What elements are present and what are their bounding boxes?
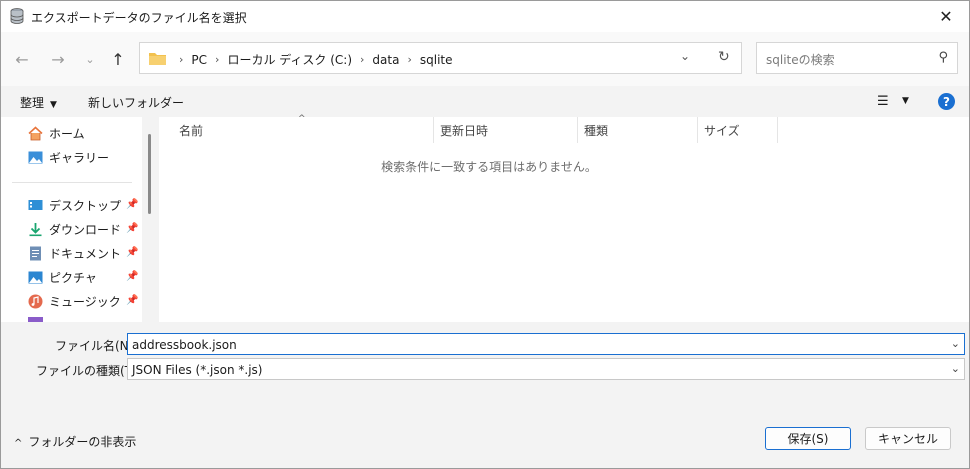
breadcrumb-separator-icon: › xyxy=(407,53,412,66)
save-dialog: エクスポートデータのファイル名を選択 ✕ ← → ⌄ ↑ › PC › ローカル… xyxy=(0,0,970,469)
navigation-scrollbar[interactable] xyxy=(142,117,159,322)
breadcrumb-data[interactable]: data xyxy=(372,53,399,67)
arrow-up-icon: ↑ xyxy=(111,49,125,69)
folder-icon xyxy=(149,53,166,65)
window-title: エクスポートデータのファイル名を選択 xyxy=(31,11,247,25)
column-header-type[interactable]: 種類 xyxy=(584,117,608,143)
chevron-up-icon: ^ xyxy=(14,438,23,449)
breadcrumb-pc[interactable]: PC xyxy=(191,53,207,67)
breadcrumb-local-disk[interactable]: ローカル ディスク (C:) xyxy=(227,51,352,68)
hide-folders-label: フォルダーの非表示 xyxy=(28,435,137,449)
chevron-down-icon: ⌄ xyxy=(950,362,960,375)
sidebar-divider xyxy=(12,182,132,183)
sidebar-item-label: ホーム xyxy=(49,126,85,141)
filetype-label: ファイルの種類(T): xyxy=(36,364,141,378)
breadcrumb-separator-icon: › xyxy=(360,53,365,66)
pin-icon: 📌 xyxy=(126,223,139,234)
column-divider[interactable] xyxy=(777,117,778,143)
music-icon xyxy=(28,294,43,308)
breadcrumb: › PC › ローカル ディスク (C:) › data › sqlite xyxy=(171,51,452,68)
command-bar: 整理 ▼ 新しいフォルダー ☰ ▼ ? xyxy=(1,86,969,117)
save-form: ファイル名(N): addressbook.json ⌄ ファイルの種類(T):… xyxy=(1,322,969,414)
caret-down-icon: ▼ xyxy=(50,100,57,110)
back-button[interactable]: ← xyxy=(12,49,32,69)
column-divider[interactable] xyxy=(577,117,578,143)
column-divider[interactable] xyxy=(433,117,434,143)
sidebar-item-downloads[interactable]: ダウンロード 📌 xyxy=(28,219,138,239)
up-button[interactable]: ↑ xyxy=(108,49,128,69)
sort-ascending-icon: ^ xyxy=(298,114,306,124)
sidebar-item-label: デスクトップ xyxy=(49,198,122,213)
view-options-icon[interactable]: ☰ xyxy=(877,94,889,109)
column-header-modified[interactable]: 更新日時 xyxy=(440,117,488,143)
pictures-icon xyxy=(28,271,43,283)
breadcrumb-separator-icon: › xyxy=(215,53,220,66)
sidebar-item-label: ダウンロード xyxy=(49,222,122,237)
navigation-pane: ホーム ギャラリー デスクトップ 📌 ダウンロード 📌 ドキュメント 📌 ピクチ… xyxy=(1,117,142,322)
sidebar-item-music[interactable]: ミュージック 📌 xyxy=(28,291,138,311)
forward-button[interactable]: → xyxy=(48,49,68,69)
sidebar-item-documents[interactable]: ドキュメント 📌 xyxy=(28,243,138,263)
close-icon: ✕ xyxy=(939,7,953,26)
hide-folders-toggle[interactable]: ^ フォルダーの非表示 xyxy=(14,433,136,450)
column-divider[interactable] xyxy=(697,117,698,143)
sidebar-item-desktop[interactable]: デスクトップ 📌 xyxy=(28,195,138,215)
dialog-footer: ^ フォルダーの非表示 保存(S) キャンセル xyxy=(1,414,969,468)
document-icon xyxy=(30,246,41,260)
sidebar-item-label: ギャラリー xyxy=(49,150,110,165)
pin-icon: 📌 xyxy=(126,247,139,258)
search-input[interactable]: sqliteの検索 xyxy=(766,51,835,68)
home-icon xyxy=(28,125,43,140)
gallery-icon xyxy=(28,151,43,163)
scrollbar-thumb[interactable] xyxy=(148,134,151,214)
organize-button[interactable]: 整理 ▼ xyxy=(20,94,57,111)
database-icon xyxy=(10,8,24,24)
arrow-left-icon: ← xyxy=(15,49,29,69)
recent-locations-button[interactable]: ⌄ xyxy=(80,50,100,68)
file-list: ^ 名前 更新日時 種類 サイズ 検索条件に一致する項目はありません。 xyxy=(159,114,969,322)
organize-label: 整理 xyxy=(20,96,45,110)
cancel-button[interactable]: キャンセル xyxy=(865,427,951,450)
pin-icon: 📌 xyxy=(126,271,139,282)
sidebar-item-pictures[interactable]: ピクチャ 📌 xyxy=(28,267,138,287)
download-icon xyxy=(29,222,42,236)
arrow-right-icon: → xyxy=(51,49,65,69)
sidebar-item-label: ピクチャ xyxy=(49,270,97,285)
help-icon[interactable]: ? xyxy=(938,93,955,110)
empty-message: 検索条件に一致する項目はありません。 xyxy=(381,160,597,174)
filetype-value: JSON Files (*.json *.js) xyxy=(132,363,263,377)
save-button[interactable]: 保存(S) xyxy=(765,427,851,450)
search-icon: ⚲ xyxy=(938,50,948,65)
chevron-down-icon[interactable]: ⌄ xyxy=(951,337,960,350)
column-header-size[interactable]: サイズ xyxy=(704,117,740,143)
new-folder-button[interactable]: 新しいフォルダー xyxy=(88,94,184,111)
filename-label: ファイル名(N): xyxy=(55,339,138,353)
filename-value: addressbook.json xyxy=(132,338,237,352)
column-header-name[interactable]: 名前 xyxy=(179,117,203,143)
breadcrumb-separator-icon: › xyxy=(179,53,184,66)
sidebar-item-label: ミュージック xyxy=(49,294,121,309)
sidebar-item-label: ドキュメント xyxy=(49,246,122,261)
sidebar-item-videos[interactable] xyxy=(28,315,49,322)
chevron-down-icon: ⌄ xyxy=(85,52,95,66)
breadcrumb-sqlite[interactable]: sqlite xyxy=(420,53,453,67)
navigation-bar: ← → ⌄ ↑ › PC › ローカル ディスク (C:) › data › s… xyxy=(1,32,969,86)
refresh-icon[interactable]: ↻ xyxy=(718,49,730,65)
sidebar-item-home[interactable]: ホーム xyxy=(28,123,85,143)
address-bar[interactable]: › PC › ローカル ディスク (C:) › data › sqlite ⌄ … xyxy=(139,42,742,74)
filename-field[interactable]: addressbook.json ⌄ xyxy=(127,333,965,355)
caret-down-icon[interactable]: ▼ xyxy=(902,96,909,106)
filetype-select[interactable]: JSON Files (*.json *.js) ⌄ xyxy=(127,358,965,380)
desktop-icon xyxy=(28,199,43,210)
address-dropdown-icon[interactable]: ⌄ xyxy=(680,49,690,63)
pin-icon: 📌 xyxy=(126,295,139,306)
pin-icon: 📌 xyxy=(126,199,139,210)
title-bar: エクスポートデータのファイル名を選択 ✕ xyxy=(1,1,969,32)
sidebar-item-gallery[interactable]: ギャラリー xyxy=(28,147,109,167)
search-box[interactable]: sqliteの検索 ⚲ xyxy=(756,42,958,74)
close-button[interactable]: ✕ xyxy=(923,1,969,32)
